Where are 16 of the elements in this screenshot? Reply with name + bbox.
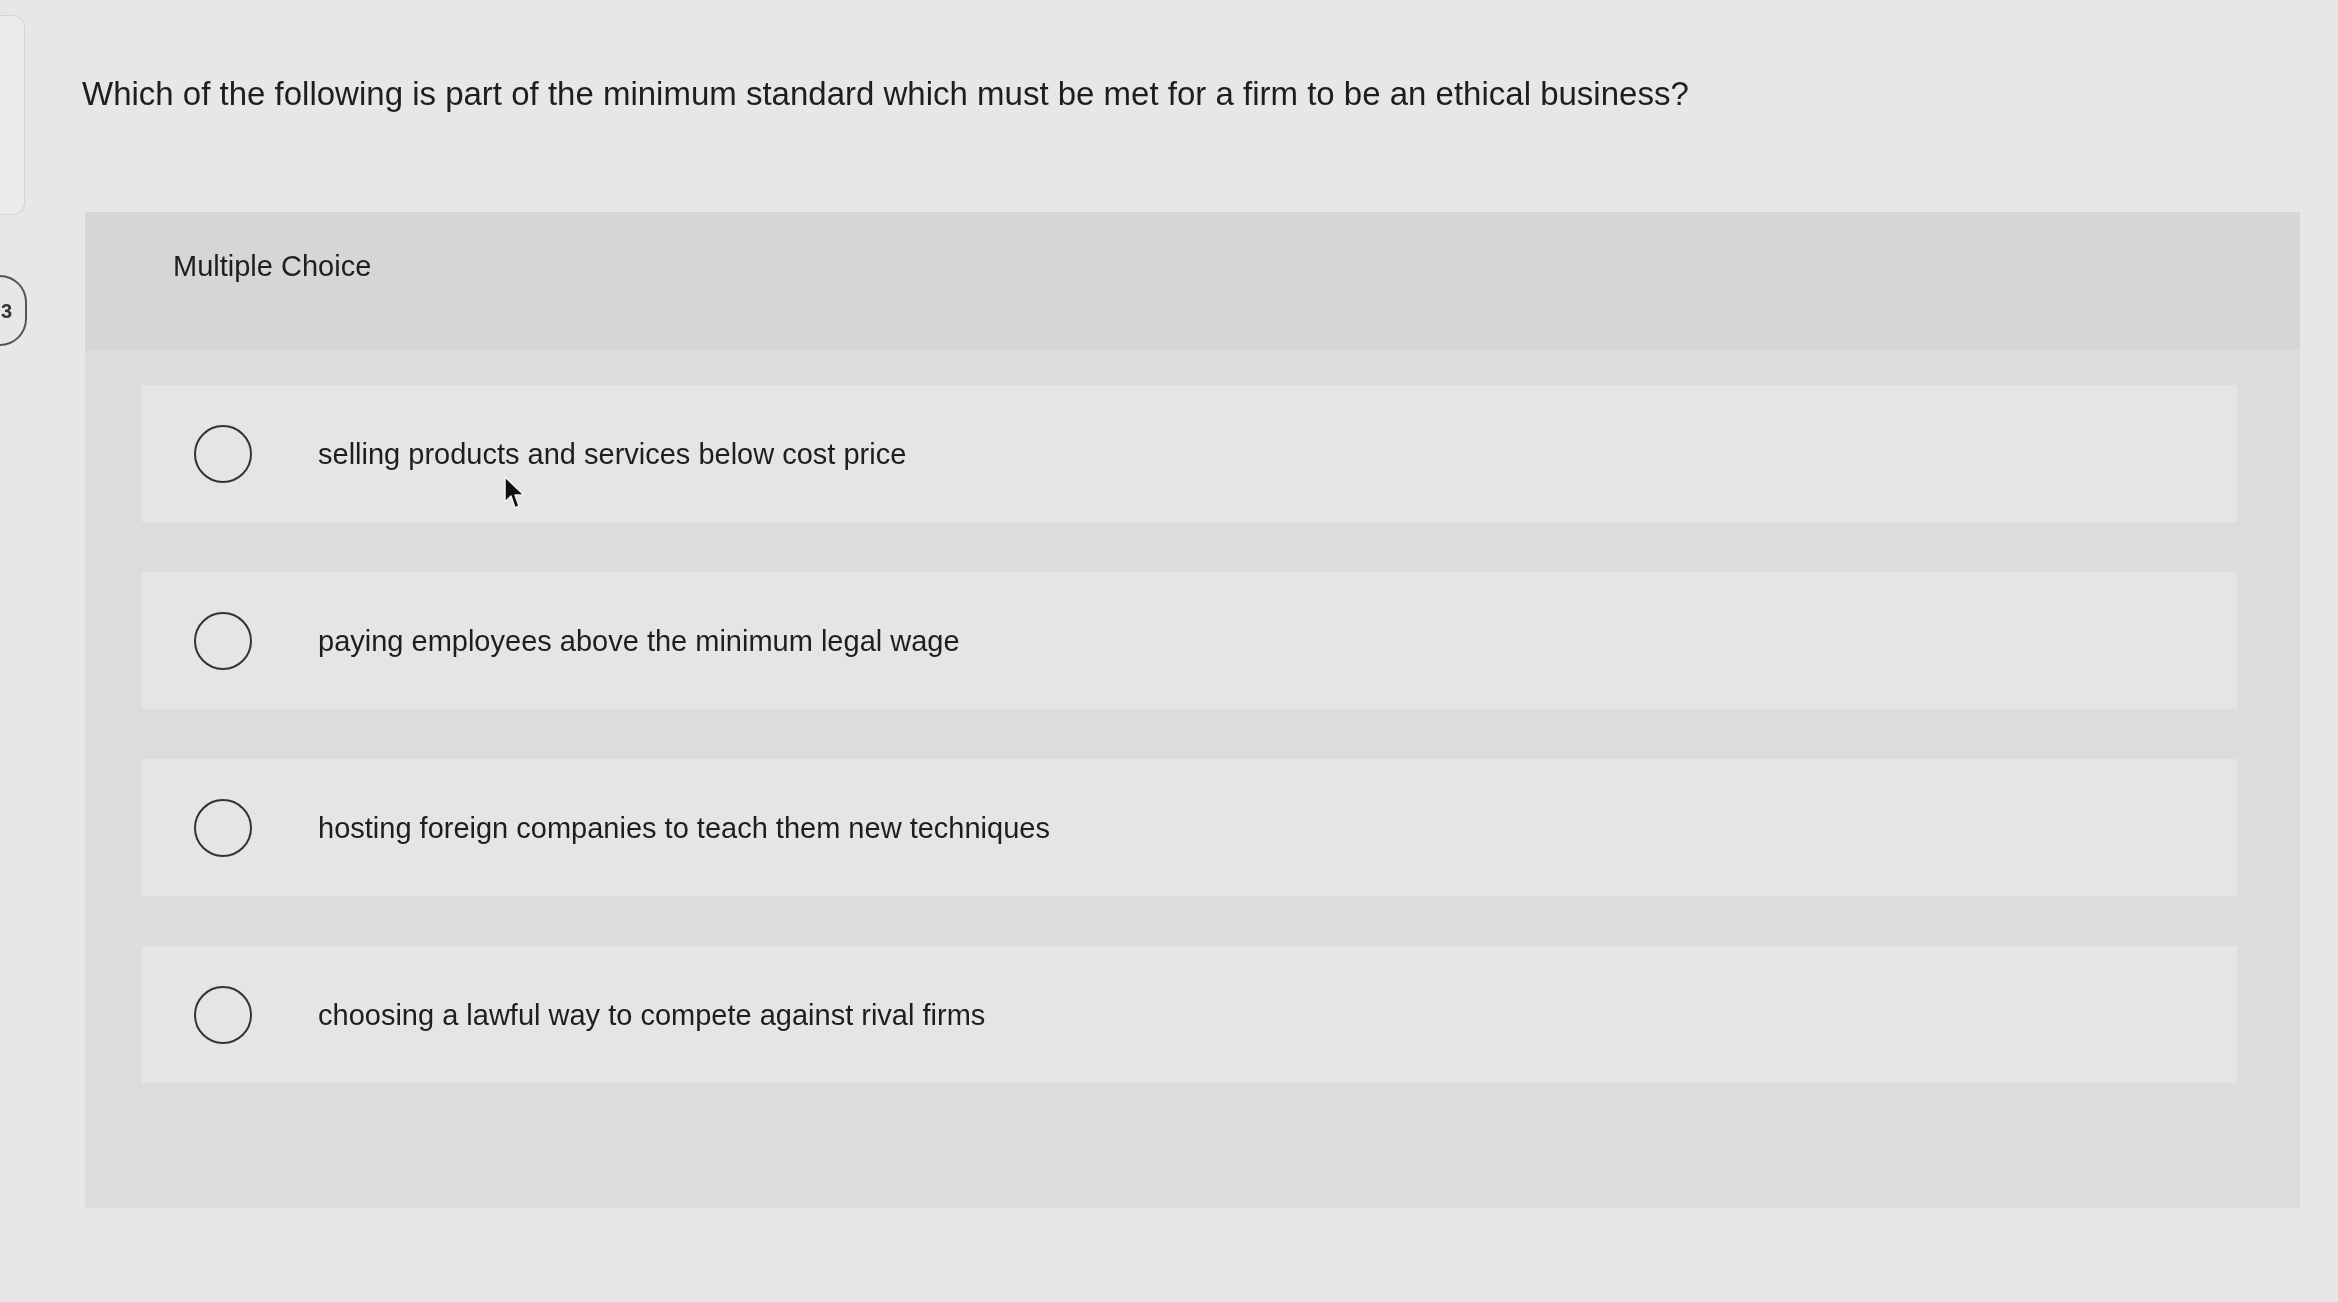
option-label: hosting foreign companies to teach them new techniques: [318, 810, 1050, 846]
option-label: selling products and services below cost price: [318, 436, 907, 472]
option-label: paying employees above the minimum legal wage: [318, 623, 960, 659]
panel-heading: Multiple Choice: [173, 250, 372, 282]
answer-option[interactable]: hosting foreign companies to teach them new techniques: [142, 759, 2237, 896]
answer-option[interactable]: selling products and services below cost price: [142, 385, 2237, 522]
question-text: Which of the following is part of the minimum standard which must be met for a firm to be an ethical business?: [82, 74, 1690, 114]
radio-button[interactable]: [194, 985, 252, 1044]
cursor-icon: [504, 476, 526, 510]
answer-option[interactable]: choosing a lawful way to compete against rival firms: [142, 946, 2237, 1083]
question-number-badge: 3: [0, 275, 27, 346]
answer-option[interactable]: paying employees above the minimum legal wage: [142, 572, 2237, 709]
radio-button[interactable]: [194, 798, 252, 857]
radio-button[interactable]: [194, 424, 252, 483]
option-label: choosing a lawful way to compete against rival firms: [318, 997, 986, 1033]
radio-button[interactable]: [194, 611, 252, 670]
